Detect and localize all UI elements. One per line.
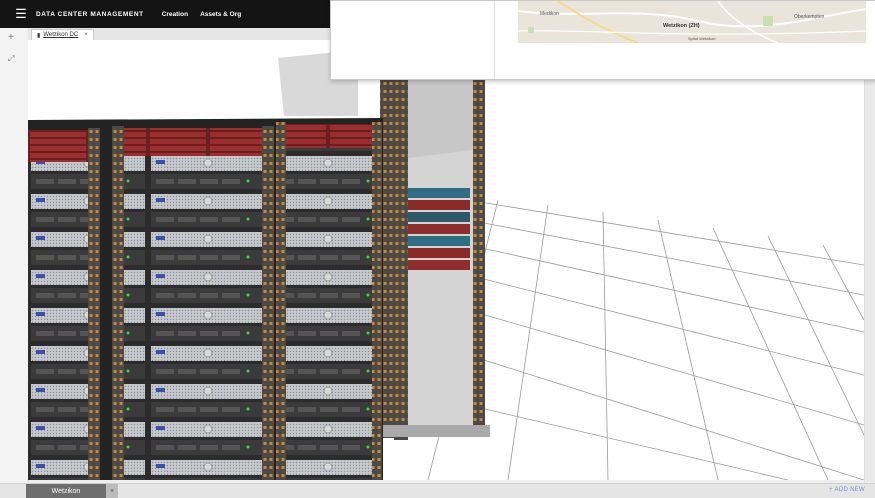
open-rack[interactable]: [380, 78, 490, 440]
document-tab-close-button[interactable]: ×: [84, 32, 88, 38]
bottom-bar: Wetzikon × + ADD NEW: [0, 483, 875, 498]
add-new-button[interactable]: + ADD NEW: [829, 487, 865, 493]
floor-grid: [427, 199, 864, 480]
plus-icon[interactable]: +: [8, 32, 14, 43]
nav-item-assets-org[interactable]: Assets & Org: [200, 11, 241, 18]
datacenter-3d-scene: [28, 50, 864, 480]
popup-divider: [494, 1, 495, 79]
location-tab-close-button[interactable]: ×: [106, 484, 118, 498]
top-bar: ☰ DATA CENTER MANAGEMENT Creation Assets…: [0, 0, 330, 28]
rack-row[interactable]: [28, 118, 383, 480]
3d-viewport[interactable]: [28, 40, 864, 480]
left-toolbar: + ⤢: [0, 28, 29, 483]
map-label-medikon: Medikon: [540, 11, 559, 17]
document-tab-label[interactable]: Wetzikon DC: [43, 32, 78, 38]
map-label-oberkempten: Oberkempten: [794, 14, 825, 20]
location-popup: Medikon Wetzikon (ZH) Oberkempten Spital…: [330, 0, 875, 80]
map-label-town: Wetzikon (ZH): [663, 23, 700, 29]
map-label-spital: Spital Wetzikon: [688, 36, 716, 41]
hamburger-icon[interactable]: ☰: [8, 0, 34, 28]
document-tab-strip: ▮ Wetzikon DC ×: [28, 28, 330, 40]
location-map[interactable]: Medikon Wetzikon (ZH) Oberkempten Spital…: [518, 1, 866, 43]
location-tab[interactable]: Wetzikon: [26, 484, 106, 498]
nav-item-creation[interactable]: Creation: [162, 11, 188, 18]
document-icon: ▮: [37, 32, 41, 39]
app-title: DATA CENTER MANAGEMENT: [36, 10, 144, 18]
expand-icon[interactable]: ⤢: [8, 54, 14, 64]
document-tab[interactable]: ▮ Wetzikon DC ×: [31, 29, 94, 40]
